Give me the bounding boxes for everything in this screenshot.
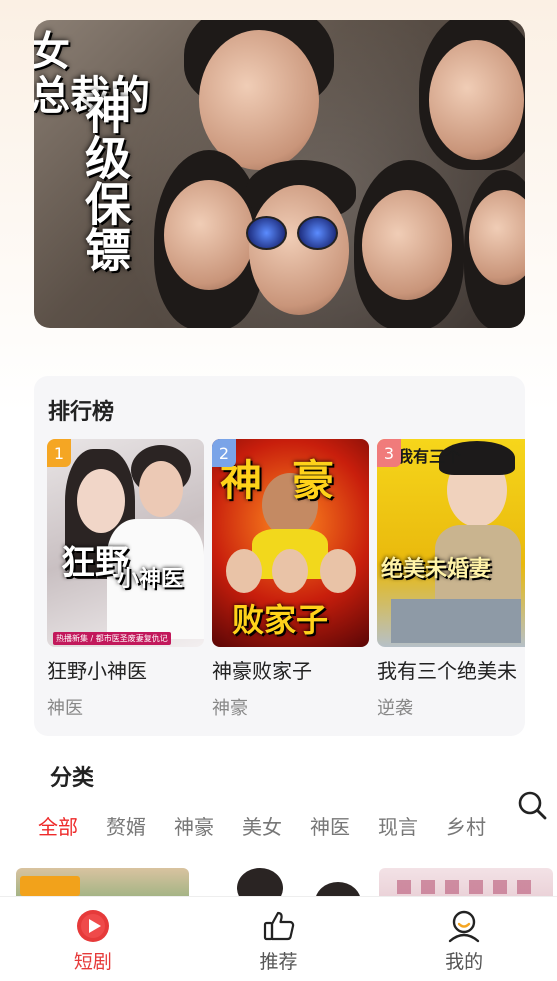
poster-subtitle: 败家子 bbox=[232, 601, 329, 639]
drama-tag: 神豪 bbox=[212, 698, 248, 719]
category-title: 分类 bbox=[50, 766, 95, 791]
banner-figure bbox=[362, 190, 452, 300]
drama-tag: 神医 bbox=[47, 698, 83, 719]
category-tab-shenhao[interactable]: 神豪 bbox=[174, 811, 214, 840]
poster-figure bbox=[139, 461, 183, 517]
ranking-section: 排行榜 狂野 小神医 热播新集 / 都市医圣废妻复仇记 1 狂野小神医 神医 神… bbox=[34, 376, 525, 736]
poster-figure bbox=[272, 549, 308, 593]
poster-image[interactable]: 神豪 败家子 2 bbox=[212, 439, 369, 647]
banner-title-right: 神级保镖 bbox=[78, 88, 132, 272]
poster-subtitle: 小神医 bbox=[117, 566, 184, 592]
category-tab-all[interactable]: 全部 bbox=[38, 811, 78, 840]
poster-subtitle: 绝美未婚妻 bbox=[381, 556, 492, 582]
drama-name: 神豪败家子 bbox=[212, 659, 312, 683]
tab-short-drama[interactable]: 短剧 bbox=[0, 897, 186, 981]
category-tab-meinv[interactable]: 美女 bbox=[242, 811, 282, 840]
poster-figure bbox=[226, 549, 262, 593]
poster-title: 神豪 bbox=[220, 456, 365, 505]
ranking-card[interactable]: 神豪 败家子 2 神豪败家子 神豪 bbox=[212, 439, 369, 720]
ranking-card[interactable]: 我有三个 绝美未婚妻 3 我有三个绝美未 逆袭 bbox=[377, 439, 525, 720]
sunglasses-decoration bbox=[246, 216, 338, 250]
tab-mine[interactable]: 我的 bbox=[371, 897, 557, 981]
poster-image[interactable]: 狂野 小神医 热播新集 / 都市医圣废妻复仇记 1 bbox=[47, 439, 204, 647]
poster-figure bbox=[320, 549, 356, 593]
thumbnail-title-art bbox=[397, 880, 537, 894]
poster-figure bbox=[391, 599, 521, 643]
ranking-list[interactable]: 狂野 小神医 热播新集 / 都市医圣废妻复仇记 1 狂野小神医 神医 神豪 败家… bbox=[47, 439, 525, 729]
category-tab-xiangcun[interactable]: 乡村 bbox=[446, 811, 486, 840]
banner-figure bbox=[249, 185, 349, 315]
rank-badge: 3 bbox=[377, 439, 401, 467]
poster-image[interactable]: 我有三个 绝美未婚妻 3 bbox=[377, 439, 525, 647]
category-tab-xianyan[interactable]: 现言 bbox=[378, 811, 418, 840]
bottom-tab-bar: 短剧 推荐 我的 bbox=[0, 896, 557, 981]
banner-figure bbox=[429, 40, 524, 160]
thumbnail-title-art bbox=[20, 876, 80, 896]
ranking-card[interactable]: 狂野 小神医 热播新集 / 都市医圣废妻复仇记 1 狂野小神医 神医 bbox=[47, 439, 204, 720]
drama-name: 狂野小神医 bbox=[47, 659, 147, 683]
category-tab-shenyi[interactable]: 神医 bbox=[310, 811, 350, 840]
poster-figure bbox=[77, 469, 125, 533]
search-icon[interactable] bbox=[516, 789, 548, 821]
tab-label: 推荐 bbox=[259, 951, 298, 973]
drama-tag: 逆袭 bbox=[377, 698, 413, 719]
banner-figure bbox=[199, 30, 319, 170]
rank-badge: 2 bbox=[212, 439, 236, 467]
category-tabs: 全部 赘婿 神豪 美女 神医 现言 乡村 bbox=[38, 811, 486, 840]
category-tab-zhuixu[interactable]: 赘婿 bbox=[106, 811, 146, 840]
tab-label: 我的 bbox=[445, 951, 484, 973]
play-circle-icon bbox=[76, 910, 109, 942]
hero-banner[interactable]: 女 总裁的 神级保镖 bbox=[34, 20, 525, 328]
ranking-title: 排行榜 bbox=[48, 400, 115, 425]
poster-caption: 热播新集 / 都市医圣废妻复仇记 bbox=[53, 632, 171, 645]
poster-title: 我有三个 bbox=[397, 447, 462, 466]
tab-label: 短剧 bbox=[73, 951, 112, 973]
drama-name: 我有三个绝美未 bbox=[377, 659, 517, 683]
user-icon bbox=[448, 910, 480, 943]
rank-badge: 1 bbox=[47, 439, 71, 467]
banner-figure bbox=[164, 180, 254, 290]
tab-recommend[interactable]: 推荐 bbox=[186, 897, 372, 981]
thumbs-up-icon bbox=[263, 911, 294, 941]
